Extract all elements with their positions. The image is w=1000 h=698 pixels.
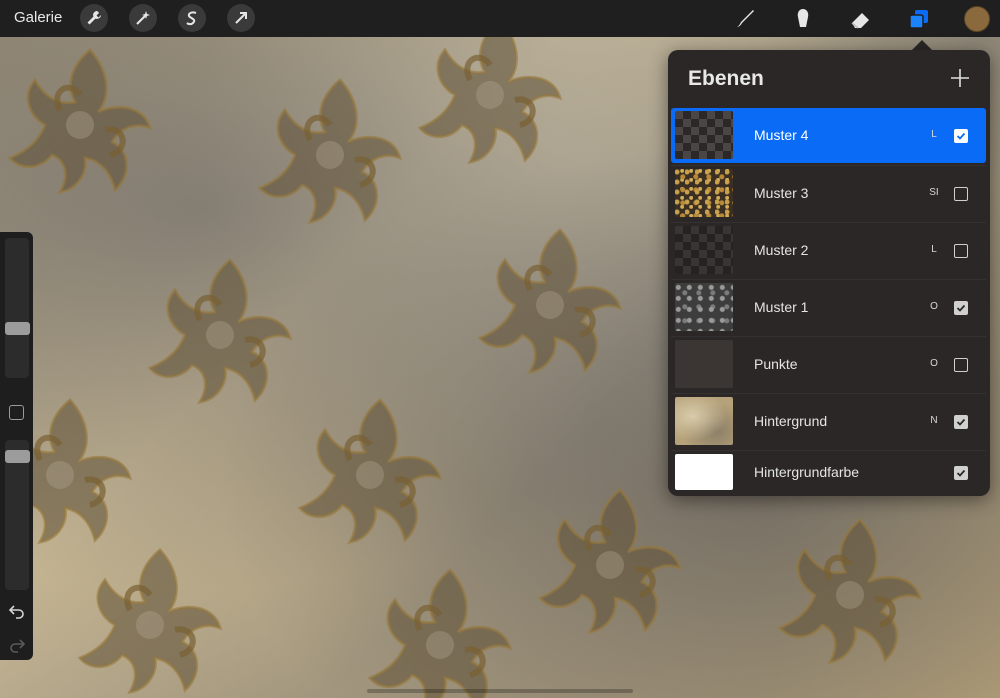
layers-panel-caret: [912, 40, 932, 50]
layer-row-muster-4[interactable]: Muster 4 L: [671, 108, 986, 163]
blend-mode-button[interactable]: O: [926, 301, 942, 312]
blend-mode-button[interactable]: L: [926, 129, 942, 140]
gallery-button[interactable]: Galerie: [14, 9, 62, 26]
layer-thumbnail: [675, 169, 733, 217]
eraser-icon[interactable]: [846, 4, 876, 34]
brush-icon[interactable]: [730, 4, 760, 34]
brush-size-thumb[interactable]: [5, 322, 30, 335]
visibility-checkbox[interactable]: [954, 358, 968, 372]
layer-row-hintergrund[interactable]: Hintergrund N: [671, 393, 986, 449]
layer-thumbnail: [675, 226, 733, 274]
visibility-checkbox[interactable]: [954, 466, 968, 480]
layer-name: Muster 1: [754, 299, 809, 315]
layers-panel: Ebenen Muster 4 L Muster 3 SI Muster 2 L…: [668, 50, 990, 496]
visibility-checkbox[interactable]: [954, 244, 968, 258]
color-picker-button[interactable]: [964, 6, 990, 32]
layers-icon[interactable]: [904, 4, 934, 34]
opacity-slider[interactable]: [5, 440, 30, 590]
opacity-thumb[interactable]: [5, 450, 30, 463]
layer-row-hintergrundfarbe[interactable]: Hintergrundfarbe: [671, 450, 986, 495]
layer-name: Punkte: [754, 356, 798, 372]
selection-icon[interactable]: [178, 4, 206, 32]
brush-size-slider[interactable]: [5, 238, 30, 378]
layer-name: Hintergrundfarbe: [754, 464, 860, 480]
layer-row-muster-2[interactable]: Muster 2 L: [671, 222, 986, 278]
home-indicator: [367, 689, 633, 693]
visibility-checkbox[interactable]: [954, 187, 968, 201]
blend-mode-button[interactable]: SI: [926, 187, 942, 198]
layer-thumbnail: [675, 397, 733, 445]
layer-name: Muster 4: [754, 127, 809, 143]
layer-name: Hintergrund: [754, 413, 828, 429]
smudge-icon[interactable]: [788, 4, 818, 34]
blend-mode-button[interactable]: N: [926, 415, 942, 426]
layer-thumbnail: [675, 283, 733, 331]
layer-name: Muster 2: [754, 242, 809, 258]
transform-arrow-icon[interactable]: [227, 4, 255, 32]
layer-row-muster-1[interactable]: Muster 1 O: [671, 279, 986, 335]
modify-button[interactable]: [9, 405, 24, 420]
panel-title: Ebenen: [688, 67, 764, 90]
undo-icon[interactable]: [8, 602, 26, 620]
layer-thumbnail: [675, 454, 733, 490]
layer-name: Muster 3: [754, 185, 809, 201]
layer-row-muster-3[interactable]: Muster 3 SI: [671, 165, 986, 221]
visibility-checkbox[interactable]: [954, 415, 968, 429]
left-sidebar: [0, 232, 33, 660]
blend-mode-button[interactable]: L: [926, 244, 942, 255]
layer-thumbnail: [675, 340, 733, 388]
visibility-checkbox[interactable]: [954, 301, 968, 315]
magic-wand-icon[interactable]: [129, 4, 157, 32]
layer-thumbnail: [675, 111, 733, 159]
blend-mode-button[interactable]: O: [926, 358, 942, 369]
plus-icon[interactable]: [950, 68, 970, 88]
redo-icon[interactable]: [8, 636, 26, 654]
visibility-checkbox[interactable]: [954, 129, 968, 143]
top-toolbar: Galerie: [0, 0, 1000, 37]
wrench-icon[interactable]: [80, 4, 108, 32]
layer-row-punkte[interactable]: Punkte O: [671, 336, 986, 392]
